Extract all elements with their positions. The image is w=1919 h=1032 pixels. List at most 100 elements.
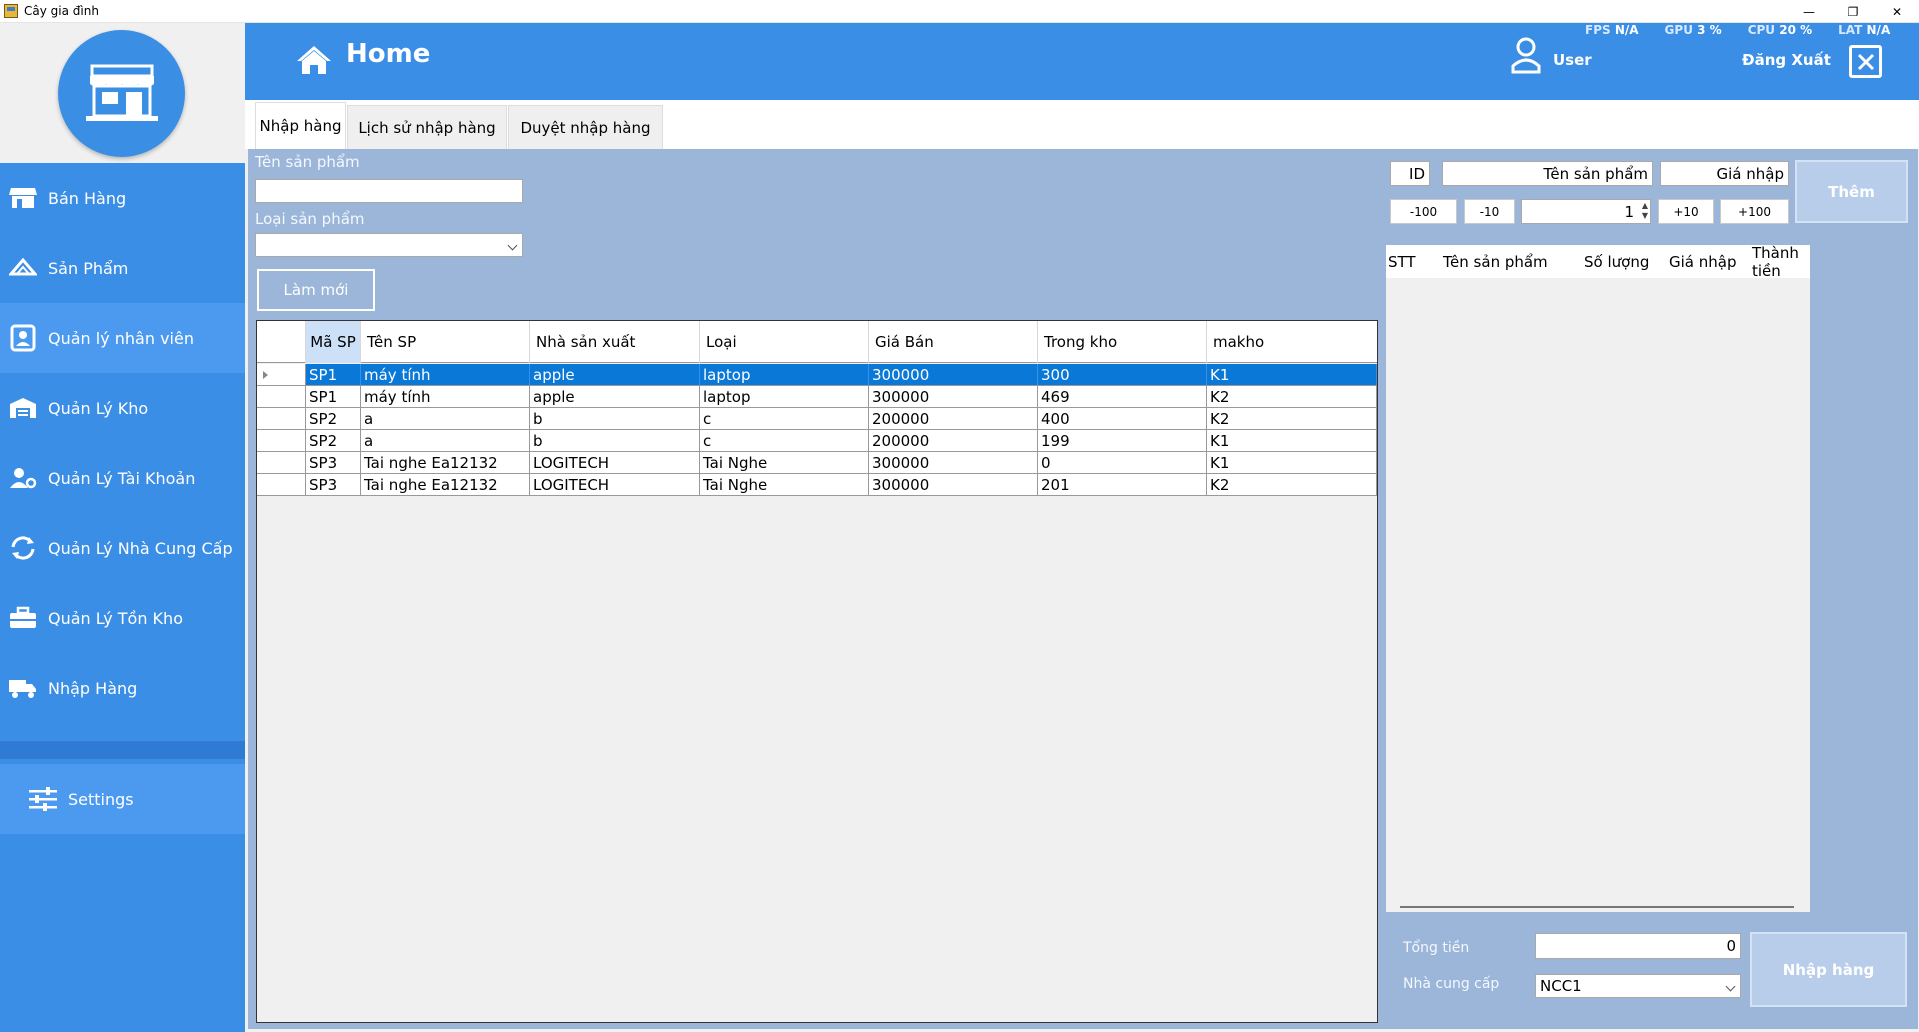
cell-ten-sp[interactable]: a bbox=[361, 430, 530, 451]
cell-loai[interactable]: Tai Nghe bbox=[700, 452, 869, 473]
id-label-box: ID bbox=[1390, 161, 1430, 186]
cell-nha-san-xuat[interactable]: b bbox=[530, 430, 700, 451]
table-row[interactable]: SP1 máy tính apple laptop 300000 469 K2 bbox=[257, 386, 1377, 408]
cell-makho[interactable]: K2 bbox=[1207, 474, 1377, 495]
cell-gia-ban[interactable]: 300000 bbox=[869, 364, 1038, 385]
row-header[interactable] bbox=[257, 408, 306, 429]
col-trong-kho[interactable]: Trong kho bbox=[1038, 321, 1207, 363]
tab-lich-su-nhap-hang[interactable]: Lịch sử nhập hàng bbox=[347, 105, 507, 149]
sidebar-item-ban-hang[interactable]: Bán Hàng bbox=[0, 163, 245, 233]
cell-loai[interactable]: c bbox=[700, 430, 869, 451]
cell-nha-san-xuat[interactable]: LOGITECH bbox=[530, 452, 700, 473]
row-header[interactable] bbox=[257, 386, 306, 407]
minimize-button[interactable]: — bbox=[1787, 0, 1831, 23]
cell-nha-san-xuat[interactable]: LOGITECH bbox=[530, 474, 700, 495]
cell-makho[interactable]: K2 bbox=[1207, 408, 1377, 429]
cell-ma-sp[interactable]: SP1 bbox=[306, 364, 361, 385]
sidebar-item-nhap-hang[interactable]: Nhập Hàng bbox=[0, 653, 245, 723]
row-header[interactable] bbox=[257, 452, 306, 473]
col-gia-ban[interactable]: Giá Bán bbox=[869, 321, 1038, 363]
table-row[interactable]: SP2 a b c 200000 199 K1 bbox=[257, 430, 1377, 452]
cell-makho[interactable]: K2 bbox=[1207, 386, 1377, 407]
maximize-button[interactable]: ❐ bbox=[1831, 0, 1875, 23]
cell-gia-ban[interactable]: 300000 bbox=[869, 452, 1038, 473]
cell-ten-sp[interactable]: Tai nghe Ea12132 bbox=[361, 474, 530, 495]
cart-col-so-luong[interactable]: Số lượng bbox=[1584, 245, 1649, 278]
tab-duyet-nhap-hang[interactable]: Duyệt nhập hàng bbox=[508, 105, 663, 149]
plus-10-button[interactable]: +10 bbox=[1658, 199, 1714, 224]
row-header[interactable] bbox=[257, 474, 306, 495]
cart-horizontal-scrollbar[interactable] bbox=[1400, 906, 1794, 908]
user-label[interactable]: User bbox=[1553, 51, 1592, 69]
cell-nha-san-xuat[interactable]: apple bbox=[530, 364, 700, 385]
col-ten-sp[interactable]: Tên SP bbox=[361, 321, 530, 363]
close-window-button[interactable]: ✕ bbox=[1875, 0, 1919, 23]
cell-ma-sp[interactable]: SP2 bbox=[306, 430, 361, 451]
cell-trong-kho[interactable]: 201 bbox=[1038, 474, 1207, 495]
cell-makho[interactable]: K1 bbox=[1207, 430, 1377, 451]
logout-button[interactable]: Đăng Xuất bbox=[1742, 51, 1831, 69]
sidebar-item-san-pham[interactable]: Sản Phẩm bbox=[0, 233, 245, 303]
sidebar-item-quan-ly-tai-khoan[interactable]: Quản Lý Tài Khoản bbox=[0, 443, 245, 513]
cell-nha-san-xuat[interactable]: b bbox=[530, 408, 700, 429]
cell-ten-sp[interactable]: a bbox=[361, 408, 530, 429]
col-ma-sp[interactable]: Mã SP bbox=[306, 321, 361, 363]
plus-100-button[interactable]: +100 bbox=[1720, 199, 1789, 224]
import-button[interactable]: Nhập hàng bbox=[1750, 932, 1907, 1007]
sidebar-item-quan-ly-ton-kho[interactable]: Quản Lý Tồn Kho bbox=[0, 583, 245, 653]
col-makho[interactable]: makho bbox=[1207, 321, 1377, 363]
sidebar-item-quan-ly-nhan-vien[interactable]: Quản lý nhân viên bbox=[0, 303, 245, 373]
cart-col-stt[interactable]: STT bbox=[1388, 245, 1416, 278]
col-nha-san-xuat[interactable]: Nhà sản xuất bbox=[530, 321, 700, 363]
refresh-button[interactable]: Làm mới bbox=[257, 269, 375, 311]
product-name-input[interactable] bbox=[255, 179, 523, 203]
cell-ma-sp[interactable]: SP3 bbox=[306, 474, 361, 495]
table-row[interactable]: SP3 Tai nghe Ea12132 LOGITECH Tai Nghe 3… bbox=[257, 474, 1377, 496]
minus-100-button[interactable]: -100 bbox=[1390, 199, 1457, 224]
cell-trong-kho[interactable]: 300 bbox=[1038, 364, 1207, 385]
cart-col-gia-nhap[interactable]: Giá nhập bbox=[1669, 245, 1736, 278]
cart-col-thanh-tien[interactable]: Thành tiền bbox=[1752, 244, 1810, 280]
cell-ten-sp[interactable]: Tai nghe Ea12132 bbox=[361, 452, 530, 473]
cell-gia-ban[interactable]: 200000 bbox=[869, 408, 1038, 429]
sidebar-item-settings[interactable]: Settings bbox=[0, 764, 245, 834]
supplier-select[interactable]: NCC1 bbox=[1535, 974, 1741, 998]
col-loai[interactable]: Loại bbox=[700, 321, 869, 363]
cell-trong-kho[interactable]: 0 bbox=[1038, 452, 1207, 473]
quantity-stepper[interactable]: 1 ▲ ▼ bbox=[1521, 199, 1651, 224]
table-row[interactable]: SP2 a b c 200000 400 K2 bbox=[257, 408, 1377, 430]
cell-trong-kho[interactable]: 400 bbox=[1038, 408, 1207, 429]
cell-ten-sp[interactable]: máy tính bbox=[361, 364, 530, 385]
cell-ma-sp[interactable]: SP3 bbox=[306, 452, 361, 473]
minus-10-button[interactable]: -10 bbox=[1464, 199, 1515, 224]
exit-button[interactable] bbox=[1849, 45, 1882, 78]
cell-loai[interactable]: c bbox=[700, 408, 869, 429]
sidebar-item-quan-ly-nha-cung-cap[interactable]: Quản Lý Nhà Cung Cấp bbox=[0, 513, 245, 583]
user-icon[interactable] bbox=[1510, 36, 1542, 78]
table-row[interactable]: SP1 máy tính apple laptop 300000 300 K1 bbox=[257, 364, 1377, 386]
cell-nha-san-xuat[interactable]: apple bbox=[530, 386, 700, 407]
cell-ma-sp[interactable]: SP2 bbox=[306, 408, 361, 429]
cart-col-ten-san-pham[interactable]: Tên sản phẩm bbox=[1443, 245, 1548, 278]
cell-ten-sp[interactable]: máy tính bbox=[361, 386, 530, 407]
cell-makho[interactable]: K1 bbox=[1207, 364, 1377, 385]
cell-gia-ban[interactable]: 300000 bbox=[869, 386, 1038, 407]
cell-ma-sp[interactable]: SP1 bbox=[306, 386, 361, 407]
tab-nhap-hang[interactable]: Nhập hàng bbox=[255, 102, 346, 149]
row-header[interactable] bbox=[257, 430, 306, 451]
cell-trong-kho[interactable]: 469 bbox=[1038, 386, 1207, 407]
stepper-arrows-icon[interactable]: ▲ ▼ bbox=[1642, 201, 1648, 221]
grid-header: Mã SP Tên SP Nhà sản xuất Loại Giá Bán T… bbox=[257, 321, 1377, 363]
table-row[interactable]: SP3 Tai nghe Ea12132 LOGITECH Tai Nghe 3… bbox=[257, 452, 1377, 474]
cell-trong-kho[interactable]: 199 bbox=[1038, 430, 1207, 451]
product-type-select[interactable] bbox=[255, 233, 523, 257]
add-button[interactable]: Thêm bbox=[1795, 160, 1908, 223]
cell-loai[interactable]: laptop bbox=[700, 364, 869, 385]
cell-gia-ban[interactable]: 300000 bbox=[869, 474, 1038, 495]
cell-makho[interactable]: K1 bbox=[1207, 452, 1377, 473]
cell-gia-ban[interactable]: 200000 bbox=[869, 430, 1038, 451]
cell-loai[interactable]: laptop bbox=[700, 386, 869, 407]
sidebar-item-quan-ly-kho[interactable]: Quản Lý Kho bbox=[0, 373, 245, 443]
row-header[interactable] bbox=[257, 364, 306, 385]
cell-loai[interactable]: Tai Nghe bbox=[700, 474, 869, 495]
